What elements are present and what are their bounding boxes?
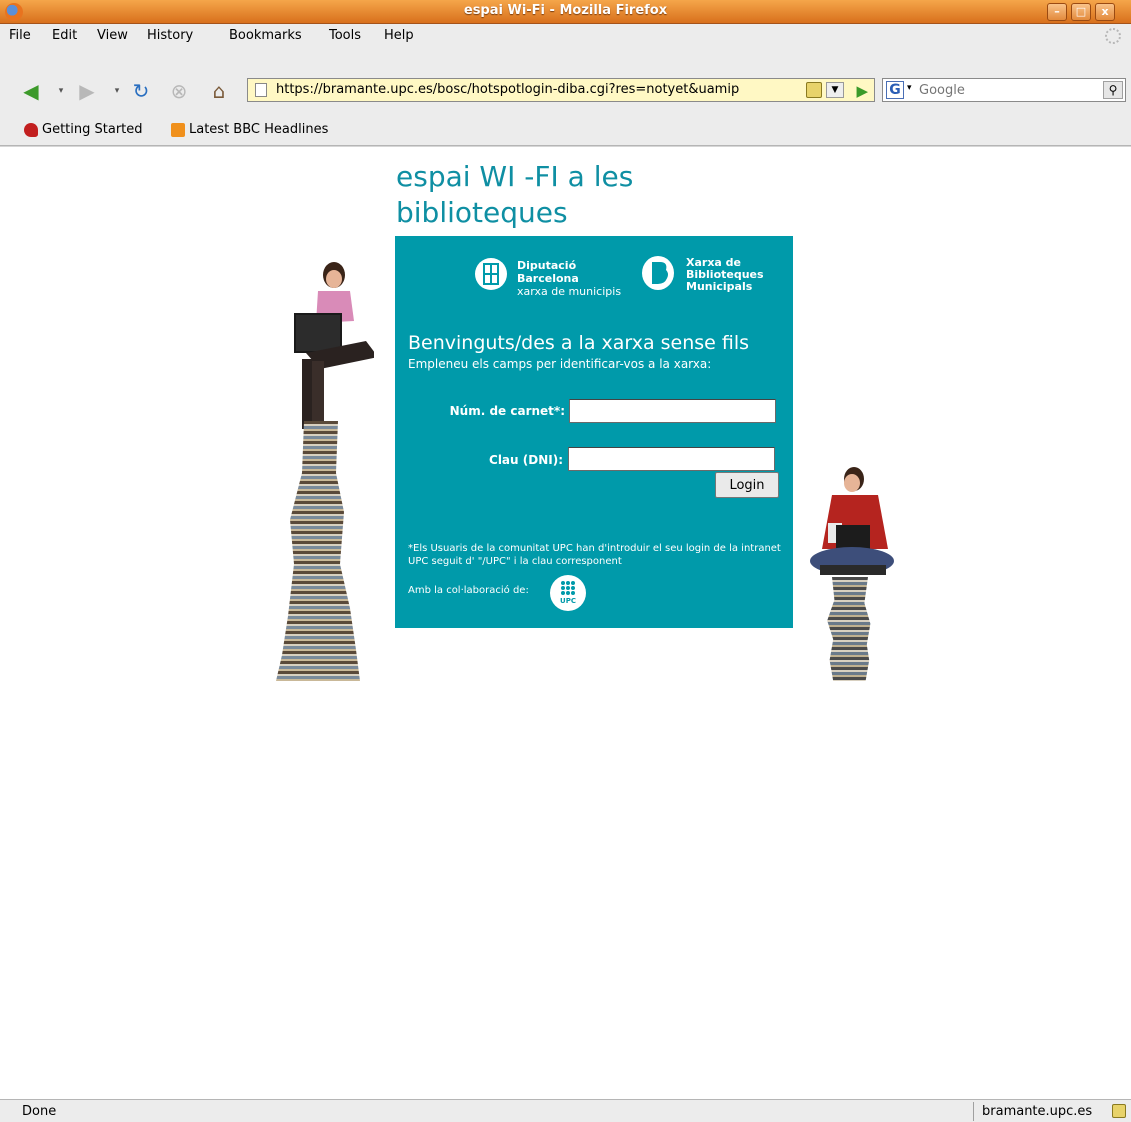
back-icon[interactable]: ◀	[18, 80, 44, 102]
search-icon[interactable]: ⚲	[1103, 81, 1123, 99]
carnet-label: Núm. de carnet*:	[449, 404, 565, 418]
bookmark-bbc-headlines[interactable]: Latest BBC Headlines	[171, 122, 328, 137]
menu-tools[interactable]: Tools	[329, 28, 361, 43]
maximize-button[interactable]: □	[1071, 3, 1091, 21]
status-bar: Done bramante.upc.es	[0, 1099, 1131, 1122]
url-dropdown-icon[interactable]: ▼	[826, 82, 844, 98]
title-bar: espai Wi-Fi - Mozilla Firefox – □ x	[0, 0, 1131, 24]
xarxa-biblioteques-logo-icon	[642, 256, 674, 290]
url-text[interactable]: https://bramante.upc.es/bosc/hotspotlogi…	[276, 82, 739, 97]
upc-logo-label: UPC	[560, 597, 576, 605]
page-content: espai WI -FI a les biblioteques Diputaci…	[0, 147, 1131, 1099]
lock-icon[interactable]	[806, 82, 822, 98]
close-button[interactable]: x	[1095, 3, 1115, 21]
forward-dropdown-icon[interactable]: ▾	[104, 80, 130, 102]
diputacio-logo-icon	[475, 258, 507, 290]
security-lock-icon[interactable]	[1112, 1104, 1126, 1118]
welcome-heading: Benvinguts/des a la xarxa sense fils	[408, 332, 750, 354]
login-panel: Diputació Barcelona xarxa de municipis X…	[395, 236, 793, 628]
menu-bookmarks[interactable]: Bookmarks	[229, 28, 302, 43]
status-host: bramante.upc.es	[982, 1104, 1093, 1119]
bookmark-label: Getting Started	[42, 122, 143, 137]
status-text: Done	[22, 1104, 57, 1119]
menu-help[interactable]: Help	[384, 28, 414, 43]
page-icon	[255, 83, 267, 97]
upc-users-footnote: *Els Usuaris de la comunitat UPC han d'i…	[408, 543, 781, 567]
menu-bar: File Edit View History Bookmarks Tools H…	[0, 24, 1131, 50]
engine-dropdown-icon[interactable]: ▾	[907, 83, 912, 93]
google-engine-icon[interactable]: G	[886, 81, 904, 99]
back-dropdown-icon[interactable]: ▾	[48, 80, 74, 102]
dni-input[interactable]	[568, 447, 775, 471]
instructions-text: Empleneu els camps per identificar-vos a…	[408, 357, 712, 371]
carnet-input[interactable]	[569, 399, 776, 423]
forward-icon[interactable]: ▶	[74, 80, 100, 102]
stop-icon[interactable]: ⊗	[166, 80, 192, 102]
rss-icon	[171, 122, 185, 137]
window-title: espai Wi-Fi - Mozilla Firefox	[463, 3, 668, 18]
menu-edit[interactable]: Edit	[52, 28, 77, 43]
diputacio-line-1: Diputació	[517, 259, 577, 272]
search-input[interactable]	[919, 81, 1094, 99]
menu-file[interactable]: File	[9, 28, 31, 43]
boy-on-books-illustration	[806, 465, 896, 681]
firefox-bookmark-icon	[24, 122, 38, 137]
go-icon[interactable]: ▶	[856, 80, 868, 101]
bookmark-getting-started[interactable]: Getting Started	[24, 122, 143, 137]
search-bar[interactable]: G ▾ ⚲	[882, 78, 1126, 102]
status-separator	[973, 1102, 974, 1121]
bookmark-label: Latest BBC Headlines	[189, 122, 329, 137]
xarxa-line-3: Municipals	[686, 280, 753, 293]
diputacio-line-3: xarxa de municipis	[517, 285, 622, 298]
diputacio-line-2: Barcelona	[517, 272, 579, 285]
home-icon[interactable]: ⌂	[206, 80, 232, 102]
menu-history[interactable]: History	[147, 28, 193, 43]
girl-on-books-illustration	[274, 261, 378, 681]
minimize-button[interactable]: –	[1047, 3, 1067, 21]
collaboration-text: Amb la col·laboració de:	[408, 585, 529, 596]
upc-logo-icon: UPC	[550, 575, 586, 611]
throbber-icon	[1105, 28, 1121, 44]
dni-label: Clau (DNI):	[489, 453, 563, 467]
menu-view[interactable]: View	[97, 28, 128, 43]
page-title: espai WI -FI a les biblioteques	[396, 160, 634, 229]
bookmarks-toolbar: Getting Started Latest BBC Headlines	[0, 118, 1131, 146]
reload-icon[interactable]: ↻	[128, 80, 154, 102]
book-stack-right	[827, 577, 871, 681]
url-bar[interactable]: https://bramante.upc.es/bosc/hotspotlogi…	[247, 78, 875, 102]
login-button[interactable]: Login	[715, 472, 779, 498]
